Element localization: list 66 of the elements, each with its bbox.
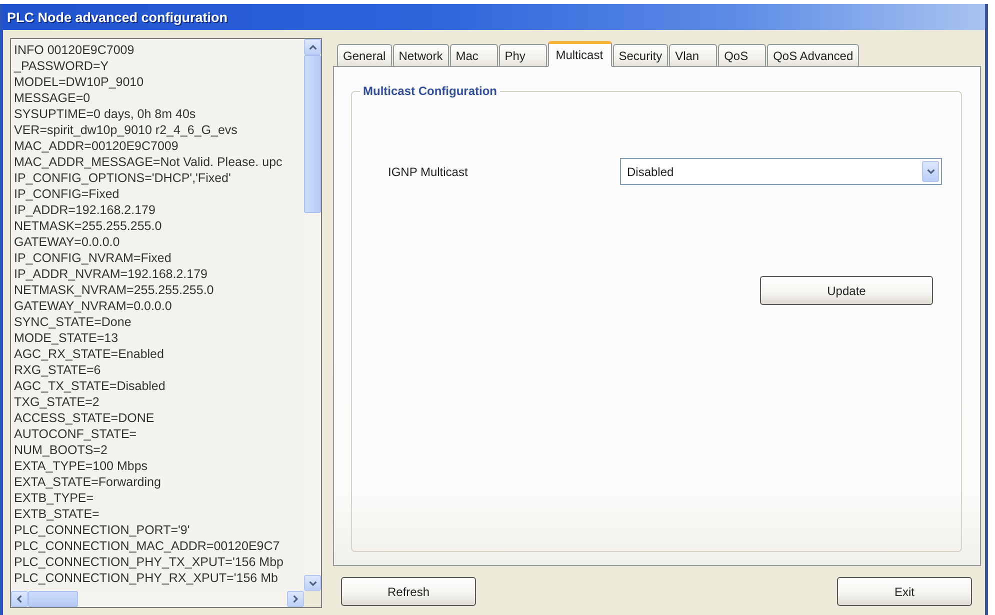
scrollbar-thumb[interactable] bbox=[28, 591, 78, 607]
info-line: PLC_CONNECTION_PORT='9' bbox=[14, 522, 190, 538]
scroll-up-button[interactable] bbox=[304, 39, 321, 55]
info-line: MAC_ADDR=00120E9C7009 bbox=[14, 138, 178, 154]
info-line: PLC_CONNECTION_MAC_ADDR=00120E9C7 bbox=[14, 538, 280, 554]
vertical-scrollbar[interactable] bbox=[304, 39, 321, 591]
info-listbox[interactable] bbox=[10, 38, 322, 608]
info-line: IP_ADDR=192.168.2.179 bbox=[14, 202, 156, 218]
tab[interactable]: Phy bbox=[498, 44, 547, 67]
tab[interactable]: Network bbox=[392, 44, 449, 67]
info-line: IP_CONFIG_OPTIONS='DHCP','Fixed' bbox=[14, 170, 231, 186]
info-line: NETMASK_NVRAM=255.255.255.0 bbox=[14, 282, 214, 298]
field-label: IGNP Multicast bbox=[388, 164, 469, 178]
scrollbar-corner bbox=[304, 591, 321, 607]
info-line: EXTB_TYPE= bbox=[14, 490, 94, 506]
scroll-left-button[interactable] bbox=[11, 591, 28, 607]
tab[interactable]: Mac bbox=[450, 44, 498, 67]
info-line: MODE_STATE=13 bbox=[14, 330, 118, 346]
scroll-right-button[interactable] bbox=[287, 591, 304, 607]
tab[interactable]: QoS bbox=[718, 44, 766, 67]
info-line: MESSAGE=0 bbox=[14, 90, 90, 106]
info-line: SYNC_STATE=Done bbox=[14, 314, 132, 330]
info-line: TXG_STATE=2 bbox=[14, 394, 100, 410]
info-line: IP_CONFIG=Fixed bbox=[14, 186, 120, 202]
info-line: INFO 00120E9C7009 bbox=[14, 42, 134, 58]
tab[interactable]: Security bbox=[612, 44, 668, 67]
info-line: IP_CONFIG_NVRAM=Fixed bbox=[14, 250, 172, 266]
info-line: _PASSWORD=Y bbox=[14, 58, 109, 74]
tab[interactable]: General bbox=[337, 44, 392, 67]
horizontal-scrollbar[interactable] bbox=[11, 591, 304, 607]
dropdown-arrow-button[interactable] bbox=[922, 161, 939, 182]
info-line: VER=spirit_dw10p_9010 r2_4_6_G_evs bbox=[14, 122, 238, 138]
info-line: EXTA_TYPE=100 Mbps bbox=[14, 458, 148, 474]
info-line: SYSUPTIME=0 days, 0h 8m 40s bbox=[14, 106, 196, 122]
info-line: NUM_BOOTS=2 bbox=[14, 442, 108, 458]
info-line: IP_ADDR_NVRAM=192.168.2.179 bbox=[14, 266, 208, 282]
chevron-down-icon bbox=[926, 169, 934, 174]
info-line: PLC_CONNECTION_PHY_RX_XPUT='156 Mb bbox=[14, 570, 278, 586]
update-button[interactable]: Update bbox=[760, 276, 933, 305]
info-line: EXTB_STATE= bbox=[14, 506, 100, 522]
info-line: GATEWAY=0.0.0.0 bbox=[14, 234, 120, 250]
tab[interactable]: Multicast bbox=[548, 41, 612, 67]
window-title: PLC Node advanced configuration bbox=[7, 10, 228, 24]
chevron-down-icon bbox=[308, 580, 316, 586]
info-line: GATEWAY_NVRAM=0.0.0.0 bbox=[14, 298, 172, 314]
tab[interactable]: Vlan bbox=[669, 44, 718, 67]
info-line: RXG_STATE=6 bbox=[14, 362, 101, 378]
exit-button[interactable]: Exit bbox=[837, 577, 972, 606]
tab[interactable]: QoS Advanced bbox=[767, 44, 860, 67]
info-line: AGC_RX_STATE=Enabled bbox=[14, 346, 164, 362]
info-line: MAC_ADDR_MESSAGE=Not Valid. Please. upc bbox=[14, 154, 282, 170]
chevron-up-icon bbox=[308, 44, 316, 50]
refresh-button[interactable]: Refresh bbox=[341, 577, 476, 606]
chevron-right-icon bbox=[293, 595, 298, 603]
info-line: MODEL=DW10P_9010 bbox=[14, 74, 144, 90]
info-line: PLC_CONNECTION_PHY_TX_XPUT='156 Mbp bbox=[14, 554, 284, 570]
info-line: NETMASK=255.255.255.0 bbox=[14, 218, 162, 234]
chevron-left-icon bbox=[17, 595, 22, 603]
info-line: AGC_TX_STATE=Disabled bbox=[14, 378, 166, 394]
info-line: AUTOCONF_STATE= bbox=[14, 426, 137, 442]
dropdown-field[interactable]: Disabled bbox=[620, 158, 942, 185]
info-line: EXTA_STATE=Forwarding bbox=[14, 474, 161, 490]
scroll-down-button[interactable] bbox=[304, 575, 321, 591]
group-title: Multicast Configuration bbox=[362, 84, 498, 98]
info-line: ACCESS_STATE=DONE bbox=[14, 410, 154, 426]
scrollbar-thumb[interactable] bbox=[304, 55, 321, 213]
